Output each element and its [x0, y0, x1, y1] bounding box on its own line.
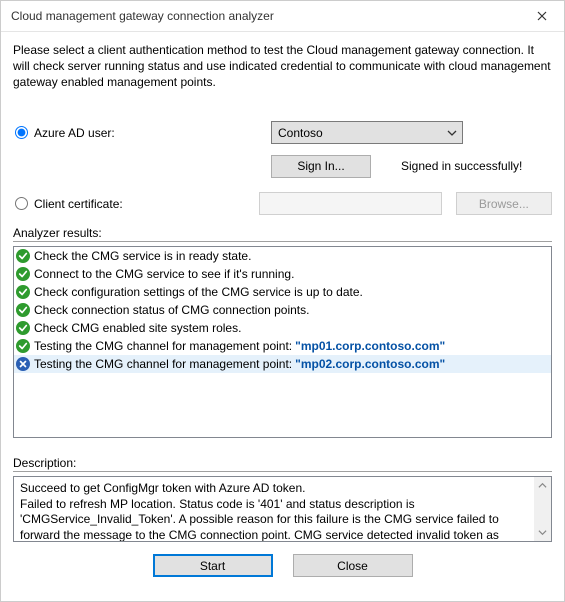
- result-item[interactable]: Testing the CMG channel for management p…: [14, 355, 551, 373]
- divider: [13, 471, 552, 472]
- results-label: Analyzer results:: [13, 226, 552, 240]
- close-icon: [537, 11, 547, 21]
- result-text: Testing the CMG channel for management p…: [34, 356, 292, 372]
- chevron-down-icon: [538, 528, 547, 537]
- description-text: Succeed to get ConfigMgr token with Azur…: [20, 481, 499, 542]
- result-item[interactable]: Connect to the CMG service to see if it'…: [14, 265, 551, 283]
- sign-in-button[interactable]: Sign In...: [271, 155, 371, 178]
- intro-text: Please select a client authentication me…: [13, 42, 552, 91]
- azure-ad-radio-label[interactable]: Azure AD user:: [13, 126, 271, 140]
- result-item[interactable]: Check the CMG service is in ready state.: [14, 247, 551, 265]
- success-icon: [16, 285, 30, 299]
- result-text: Testing the CMG channel for management p…: [34, 338, 292, 354]
- result-item[interactable]: Check CMG enabled site system roles.: [14, 319, 551, 337]
- dialog-window: Cloud management gateway connection anal…: [0, 0, 565, 602]
- sign-in-button-label: Sign In...: [297, 159, 344, 173]
- client-cert-row: Client certificate: Browse...: [13, 192, 552, 216]
- spacer: [13, 438, 552, 450]
- azure-ad-label-text: Azure AD user:: [34, 126, 115, 140]
- result-item[interactable]: Check connection status of CMG connectio…: [14, 301, 551, 319]
- button-bar: Start Close: [13, 542, 552, 589]
- scroll-up-button[interactable]: [534, 477, 551, 494]
- description-box[interactable]: Succeed to get ConfigMgr token with Azur…: [13, 476, 552, 542]
- result-host: "mp01.corp.contoso.com": [295, 338, 445, 354]
- error-icon: [16, 357, 30, 371]
- success-icon: [16, 303, 30, 317]
- chevron-down-icon: [447, 127, 457, 141]
- result-item[interactable]: Check configuration settings of the CMG …: [14, 283, 551, 301]
- description-label: Description:: [13, 456, 552, 470]
- window-close-button[interactable]: [519, 1, 564, 31]
- browse-button: Browse...: [456, 192, 552, 215]
- result-text: Connect to the CMG service to see if it'…: [34, 266, 294, 282]
- result-text: Check CMG enabled site system roles.: [34, 320, 241, 336]
- results-listbox[interactable]: Check the CMG service is in ready state.…: [13, 246, 552, 438]
- result-host: "mp02.corp.contoso.com": [295, 356, 445, 372]
- success-icon: [16, 321, 30, 335]
- success-icon: [16, 249, 30, 263]
- window-title: Cloud management gateway connection anal…: [11, 9, 519, 23]
- close-button[interactable]: Close: [293, 554, 413, 577]
- sign-in-row: Sign In... Signed in successfully!: [271, 155, 552, 178]
- divider: [13, 241, 552, 242]
- result-item[interactable]: Testing the CMG channel for management p…: [14, 337, 551, 355]
- signed-in-status: Signed in successfully!: [401, 159, 522, 173]
- success-icon: [16, 267, 30, 281]
- start-button[interactable]: Start: [153, 554, 273, 577]
- dialog-content: Please select a client authentication me…: [1, 32, 564, 601]
- chevron-up-icon: [538, 481, 547, 490]
- scrollbar[interactable]: [534, 477, 551, 541]
- azure-ad-radio[interactable]: [15, 126, 28, 139]
- client-cert-input: [259, 192, 442, 215]
- azure-ad-row: Azure AD user: Contoso: [13, 121, 552, 145]
- client-cert-radio[interactable]: [15, 197, 28, 210]
- result-text: Check connection status of CMG connectio…: [34, 302, 309, 318]
- tenant-dropdown[interactable]: Contoso: [271, 121, 463, 144]
- success-icon: [16, 339, 30, 353]
- result-text: Check configuration settings of the CMG …: [34, 284, 363, 300]
- scroll-down-button[interactable]: [534, 524, 551, 541]
- result-text: Check the CMG service is in ready state.: [34, 248, 251, 264]
- client-cert-radio-label[interactable]: Client certificate:: [13, 197, 259, 211]
- client-cert-label-text: Client certificate:: [34, 197, 123, 211]
- close-button-label: Close: [337, 559, 368, 573]
- tenant-selected: Contoso: [278, 126, 323, 140]
- start-button-label: Start: [200, 559, 225, 573]
- titlebar: Cloud management gateway connection anal…: [1, 1, 564, 32]
- browse-button-label: Browse...: [479, 197, 529, 211]
